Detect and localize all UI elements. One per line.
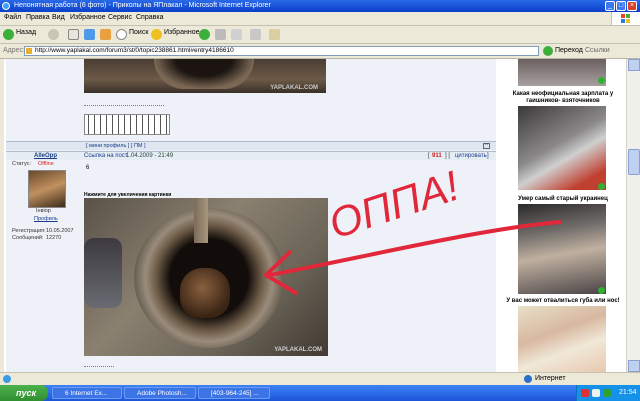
windows-logo-icon [611,12,640,25]
task-internet-explorer[interactable]: 6 Internet Ex... [52,387,122,399]
annotation-arrow [268,220,562,277]
toolbar: Назад Поиск Избранное [0,26,640,44]
taskbar: пуск 6 Internet Ex... Adobe Photosh... [… [0,385,640,401]
address-input[interactable]: http://www.yaplakal.com/forum3/st/0/topi… [24,46,539,56]
task-label-2: [403-964-245] ... [211,390,259,397]
menu-help[interactable]: Справка [136,14,163,21]
minimize-button[interactable]: _ [605,1,615,11]
stop-icon[interactable] [68,29,79,40]
close-button[interactable]: × [627,1,637,11]
home-icon[interactable] [100,29,111,40]
print-icon[interactable] [250,29,261,40]
go-button[interactable]: Переход [555,47,583,54]
menu-edit[interactable]: Правка [26,14,50,21]
back-button[interactable]: Назад [16,29,36,36]
address-label: Адрес: [3,47,25,54]
scroll-thumb[interactable] [628,149,640,175]
start-button[interactable]: пуск [0,385,48,401]
system-tray: 21:54 [576,385,640,401]
refresh-icon[interactable] [84,29,95,40]
scroll-down-button[interactable] [628,360,640,372]
status-bar: Интернет [0,372,640,386]
clock: 21:54 [619,389,637,396]
favorites-button[interactable]: Избранное [164,29,199,36]
page-content: YAPLAKAL.COM [ мини профиль ] [ ПМ ] ^ A… [0,59,626,372]
page-status-icon [3,375,11,383]
vertical-scrollbar[interactable] [626,59,640,372]
back-arrow-icon[interactable] [3,29,14,40]
window-title: Непонятная работа (6 фото) - Приколы на … [14,2,271,9]
address-bar: Адрес: http://www.yaplakal.com/forum3/st… [0,44,640,59]
address-url: http://www.yaplakal.com/forum3/st/0/topi… [35,47,234,54]
internet-zone-icon [524,375,532,383]
task-label-1: Adobe Photosh... [137,390,187,397]
media-icon[interactable] [199,29,210,40]
task-photoshop[interactable]: Adobe Photosh... [124,387,196,399]
history-icon[interactable] [215,29,226,40]
menu-tools[interactable]: Сервис [108,14,132,21]
tray-icon-3[interactable] [603,389,611,397]
annotation-text: ОППА! [323,162,465,248]
title-bar: Непонятная работа (6 фото) - Приколы на … [0,0,640,12]
page-icon [26,48,32,54]
task-chat[interactable]: [403-964-245] ... [198,387,270,399]
links-button[interactable]: Ссылки [585,47,610,54]
mail-icon[interactable] [231,29,242,40]
search-icon[interactable] [116,29,127,40]
forward-arrow-icon[interactable] [48,29,59,40]
menu-bar: Файл Правка Вид Избранное Сервис Справка [0,12,640,26]
maximize-button[interactable]: □ [616,1,626,11]
tray-icon-1[interactable] [581,389,589,397]
scroll-up-button[interactable] [628,59,640,71]
start-label: пуск [16,388,37,398]
task-label-0: 6 Internet Ex... [65,390,108,397]
menu-file[interactable]: Файл [4,14,21,21]
go-arrow-icon[interactable] [543,46,553,56]
edit-icon[interactable] [269,29,280,40]
annotation-layer: ОППА! [264,162,562,295]
ie-icon [2,2,10,10]
menu-favorites[interactable]: Избранное [70,14,105,21]
favorites-star-icon[interactable] [151,29,162,40]
zone-label: Интернет [535,375,566,382]
search-button[interactable]: Поиск [129,29,148,36]
menu-view[interactable]: Вид [52,14,65,21]
tray-icon-2[interactable] [592,389,600,397]
